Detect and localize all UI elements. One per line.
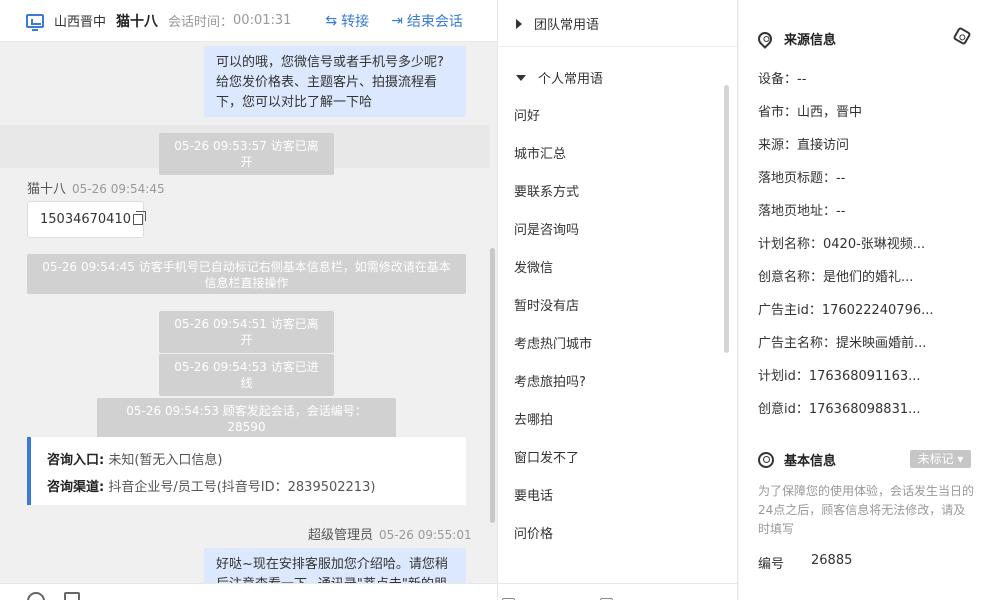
- source-info-label: 来源信息: [784, 33, 837, 48]
- transfer-label: 转接: [341, 13, 370, 30]
- exit-icon: ⇥: [391, 12, 403, 29]
- system-message: 05-26 09:53:57 访客已离开: [159, 133, 334, 175]
- phrase-item[interactable]: 发微信: [514, 257, 553, 276]
- phrase-item[interactable]: 问是咨询吗: [514, 219, 579, 238]
- number-label: 编号: [758, 557, 785, 572]
- agent-sender-time: 05-26 09:55:01: [379, 528, 472, 542]
- phrase-item[interactable]: 去哪拍: [514, 409, 553, 428]
- consult-info-card: 咨询入口: 未知(暂无入口信息) 咨询渠道: 抖音企业号/员工号(抖音号ID：2…: [27, 437, 466, 505]
- agent-sender: 超级管理员 05-26 09:55:01: [308, 524, 472, 543]
- caret-right-icon: [516, 18, 522, 29]
- entry-row: 咨询入口: 未知(暂无入口信息): [47, 447, 450, 474]
- phrase-item[interactable]: 考虑旅拍吗?: [514, 371, 586, 390]
- personal-phrases-label: 个人常用语: [538, 72, 604, 87]
- visitor-sender-time: 05-26 09:54:45: [72, 182, 165, 196]
- tag-dropdown[interactable]: 未标记 ▾: [910, 450, 971, 468]
- creative-id-row: 创意id：176368098831...: [758, 402, 921, 417]
- monitor-icon: [26, 13, 44, 31]
- phone-message[interactable]: 15034670410: [27, 201, 147, 238]
- team-phrases-group[interactable]: 团队常用语: [516, 14, 599, 33]
- plan-id-row: 计划id：176368091163...: [758, 369, 921, 384]
- edit-notice: 为了保障您的使用体验，会话发生当日的24点之后，顾客信息将无法修改，请及时填写: [758, 484, 975, 536]
- phrases-scrollbar[interactable]: [724, 85, 729, 353]
- tag-label: 未标记: [917, 452, 954, 466]
- system-message: 05-26 09:54:53 访客已进线: [159, 354, 334, 396]
- user-icon: [758, 451, 774, 468]
- phrases-footer: [498, 583, 737, 600]
- landing-url-row: 落地页地址：--: [758, 204, 846, 219]
- chat-header: 山西晋中 猫十八 会话时间： 00:01:31 ⇆ 转接 ⇥ 结束会话: [0, 0, 497, 42]
- phrase-item[interactable]: 城市汇总: [514, 143, 566, 162]
- device-row: 设备：--: [758, 72, 807, 87]
- phrase-item[interactable]: 要联系方式: [514, 181, 579, 200]
- caret-down-icon: [516, 74, 526, 81]
- phrase-item[interactable]: 暂时没有店: [514, 295, 579, 314]
- copy-icon[interactable]: [132, 211, 147, 225]
- team-phrases-label: 团队常用语: [534, 18, 600, 33]
- visitor-sender: 猫十八 05-26 09:54:45: [27, 178, 165, 197]
- end-session-button[interactable]: ⇥ 结束会话: [391, 11, 463, 31]
- source-row: 来源：直接访问: [758, 138, 850, 153]
- agent-message: 可以的哦，您微信号或者手机号多少呢?给您发价格表、主题客片、拍摄流程看下，您可以…: [204, 46, 466, 117]
- divider: [498, 46, 737, 47]
- channel-label: 咨询渠道:: [47, 480, 105, 495]
- emoji-icon[interactable]: [27, 592, 45, 600]
- creative-name-row: 创意名称：是他们的婚礼...: [758, 270, 914, 285]
- system-message: 05-26 09:54:51 访客已离开: [159, 311, 334, 353]
- divider: [739, 432, 997, 440]
- entry-label: 咨询入口:: [47, 453, 105, 468]
- entry-value: 未知(暂无入口信息): [108, 453, 223, 468]
- message-list[interactable]: 可以的哦，您微信号或者手机号多少呢?给您发价格表、主题客片、拍摄流程看下，您可以…: [0, 43, 497, 583]
- agent-message: 好哒~现在安排客服加您介绍哈。请您稍后注意查看一下~通讯录"莘点击"新的朋: [204, 548, 466, 583]
- location-pin-icon: [755, 28, 775, 49]
- advertiser-name-row: 广告主名称：提米映画婚前...: [758, 336, 927, 351]
- transfer-button[interactable]: ⇆ 转接: [325, 11, 369, 31]
- transfer-icon: ⇆: [325, 12, 338, 29]
- number-value: 26885: [811, 553, 853, 568]
- phrases-panel: 团队常用语 个人常用语 问好 城市汇总 要联系方式 问是咨询吗 发微信 暂时没有…: [498, 0, 738, 600]
- province-row: 省市：山西，晋中: [758, 105, 863, 120]
- plan-name-row: 计划名称：0420-张琳视频...: [758, 237, 926, 252]
- channel-row: 咨询渠道: 抖音企业号/员工号(抖音号ID：2839502213): [47, 474, 450, 501]
- visitor-sender-name: 猫十八: [27, 182, 67, 197]
- file-icon[interactable]: [64, 592, 80, 600]
- basic-info-title: 基本信息: [758, 450, 836, 469]
- end-session-label: 结束会话: [406, 13, 463, 30]
- landing-title-row: 落地页标题：--: [758, 171, 846, 186]
- input-toolbar: [0, 583, 497, 600]
- phrase-item[interactable]: 考虑热门城市: [514, 333, 592, 352]
- session-time: 00:01:31: [233, 13, 292, 28]
- chat-panel: 山西晋中 猫十八 会话时间： 00:01:31 ⇆ 转接 ⇥ 结束会话 可以的哦…: [0, 0, 498, 600]
- chat-scrollbar[interactable]: [490, 248, 495, 523]
- personal-phrases-group[interactable]: 个人常用语: [516, 68, 603, 87]
- system-message: 05-26 09:54:45 访客手机号已自动标记右侧基本信息栏，如需修改请在基…: [27, 254, 466, 294]
- phrase-item[interactable]: 窗口发不了: [514, 447, 579, 466]
- phrase-item[interactable]: 问好: [514, 105, 540, 124]
- visitor-region: 山西晋中: [54, 15, 107, 30]
- visitor-info-panel: 来源信息 设备：-- 省市：山西，晋中 来源：直接访问 落地页标题：-- 落地页…: [739, 0, 997, 600]
- phrase-item[interactable]: 问价格: [514, 523, 553, 542]
- channel-value: 抖音企业号/员工号(抖音号ID：2839502213): [108, 480, 376, 495]
- visitor-name: 猫十八: [116, 13, 159, 30]
- source-info-title: 来源信息: [755, 28, 837, 49]
- advertiser-id-row: 广告主id：176022240796...: [758, 303, 934, 318]
- phrase-item[interactable]: 要电话: [514, 485, 553, 504]
- basic-info-label: 基本信息: [784, 454, 837, 469]
- settings-icon[interactable]: [952, 26, 972, 46]
- session-time-label: 会话时间：: [168, 15, 234, 30]
- system-message: 05-26 09:54:53 顾客发起会话，会话编号：28590: [97, 398, 396, 440]
- phone-number: 15034670410: [40, 212, 131, 227]
- agent-sender-name: 超级管理员: [308, 528, 374, 543]
